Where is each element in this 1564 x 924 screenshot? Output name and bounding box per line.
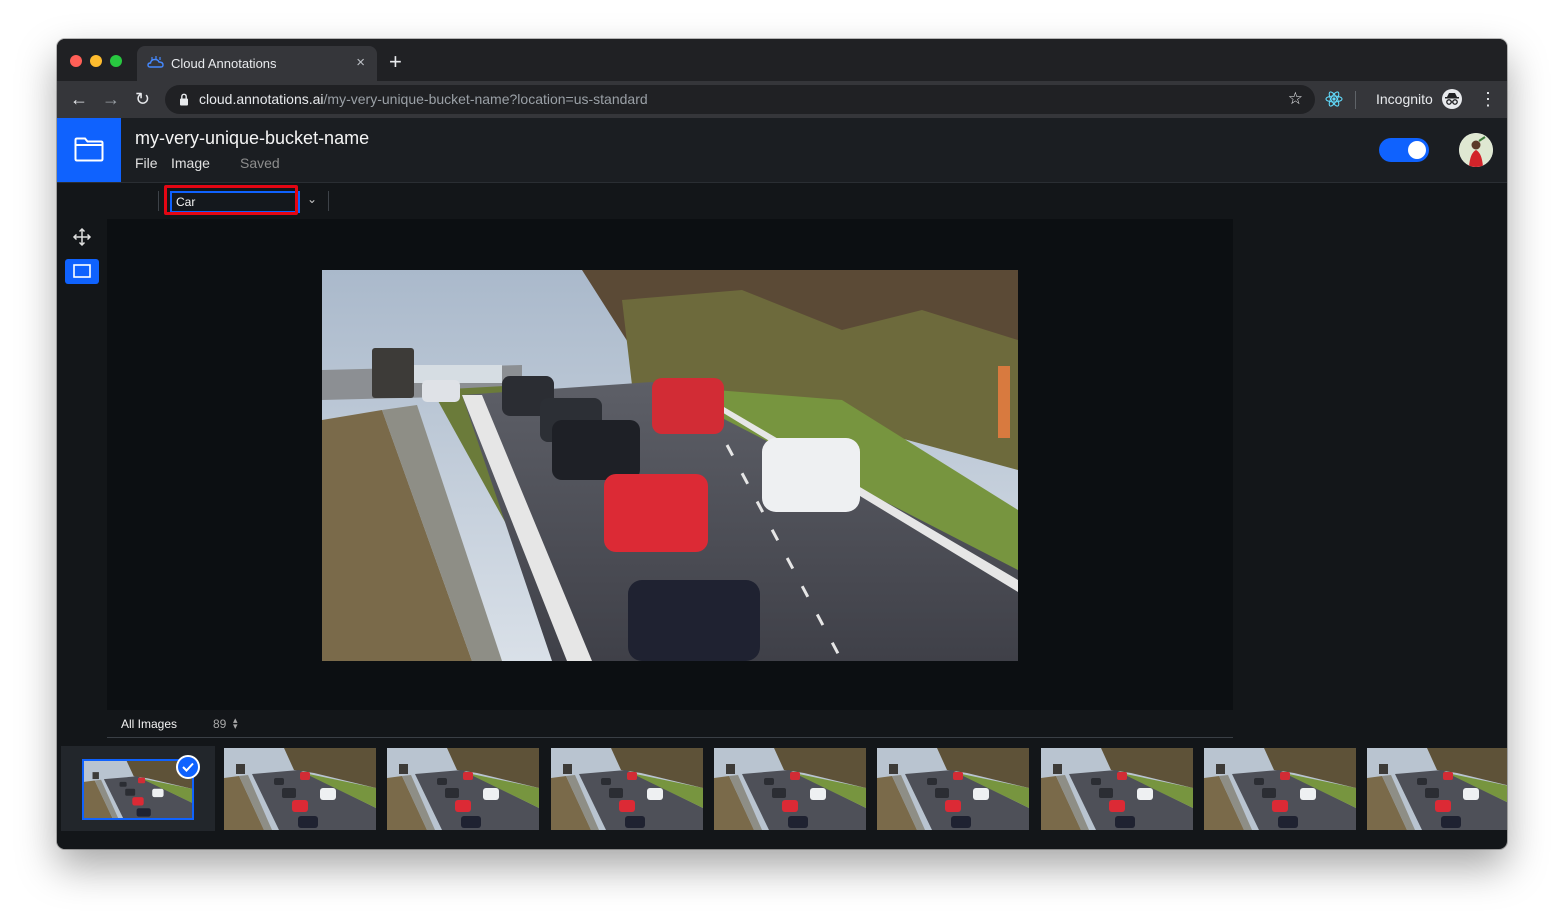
- minimize-window-button[interactable]: [90, 55, 102, 67]
- bookmark-star-icon[interactable]: ☆: [1288, 89, 1303, 109]
- url-host: cloud.annotations.ai: [199, 91, 324, 107]
- thumbnail[interactable]: [1203, 748, 1356, 830]
- lock-icon: [180, 93, 188, 106]
- sort-icon[interactable]: ▴ ▾: [233, 716, 238, 731]
- cloud-annotations-favicon-icon: [147, 56, 164, 68]
- label-divider-left: [158, 191, 159, 211]
- browser-toolbar: ← → ↻ cloud.annotations.ai/my-very-uniqu…: [57, 81, 1507, 118]
- url-text: cloud.annotations.ai/my-very-unique-buck…: [199, 91, 648, 107]
- highway-scene: [322, 270, 1018, 661]
- url-path: /my-very-unique-bucket-name?location=us-…: [323, 91, 648, 107]
- label-highlight-box: [164, 185, 298, 215]
- thumbnail[interactable]: [1040, 748, 1193, 830]
- close-window-button[interactable]: [70, 55, 82, 67]
- label-divider-right: [328, 191, 329, 211]
- app-header: my-very-unique-bucket-name File Image Sa…: [57, 118, 1507, 183]
- toolbar-divider: [1355, 91, 1356, 109]
- save-status: Saved: [240, 155, 280, 171]
- thumbnail[interactable]: [550, 748, 703, 830]
- annotation-canvas[interactable]: [107, 219, 1233, 710]
- tab-strip: Cloud Annotations × +: [57, 39, 1507, 81]
- move-tool-icon[interactable]: [72, 227, 92, 247]
- bounding-box-icon: [73, 264, 91, 278]
- incognito-label: Incognito: [1376, 91, 1433, 107]
- auto-label-toggle[interactable]: [1379, 138, 1429, 162]
- checkmark-icon: [176, 755, 200, 779]
- label-toolbar: ⌄: [107, 183, 1233, 219]
- highway-image[interactable]: [322, 270, 1018, 661]
- incognito-icon[interactable]: [1442, 89, 1462, 109]
- menu-file[interactable]: File: [135, 155, 158, 171]
- gallery-bar: All Images 89 ▴ ▾: [107, 711, 1233, 738]
- image-count: 89: [213, 717, 227, 731]
- bounding-box-tool-button[interactable]: [65, 259, 99, 284]
- address-bar[interactable]: cloud.annotations.ai/my-very-unique-buck…: [165, 85, 1315, 114]
- thumbnail-strip: [57, 746, 1507, 834]
- browser-window: Cloud Annotations × + ← → ↻ cloud.annota…: [57, 39, 1507, 849]
- toggle-knob: [1408, 141, 1426, 159]
- thumbnail[interactable]: [387, 748, 540, 830]
- new-tab-button[interactable]: +: [389, 51, 402, 73]
- zoom-window-button[interactable]: [110, 55, 122, 67]
- forward-button[interactable]: →: [102, 88, 120, 110]
- tab-cloud-annotations[interactable]: Cloud Annotations ×: [137, 46, 377, 81]
- open-folder-button[interactable]: [57, 118, 121, 182]
- thumbnail[interactable]: [713, 748, 866, 830]
- bucket-name-title: my-very-unique-bucket-name: [135, 128, 370, 148]
- thumbnail[interactable]: [877, 748, 1030, 830]
- browser-menu-icon[interactable]: ⋮: [1479, 88, 1497, 110]
- react-devtools-icon[interactable]: [1325, 90, 1343, 108]
- reload-button[interactable]: ↻: [135, 88, 150, 110]
- chevron-down-icon[interactable]: ⌄: [307, 192, 317, 206]
- tab-title: Cloud Annotations: [171, 56, 277, 71]
- user-avatar[interactable]: [1459, 133, 1493, 167]
- back-button[interactable]: ←: [70, 88, 88, 110]
- image-filter-all[interactable]: All Images: [121, 717, 177, 731]
- thumbnail[interactable]: [1367, 748, 1507, 830]
- thumbnail[interactable]: [224, 748, 376, 830]
- folder-icon: [74, 137, 104, 162]
- close-tab-icon[interactable]: ×: [356, 54, 365, 72]
- menu-image[interactable]: Image: [171, 155, 210, 171]
